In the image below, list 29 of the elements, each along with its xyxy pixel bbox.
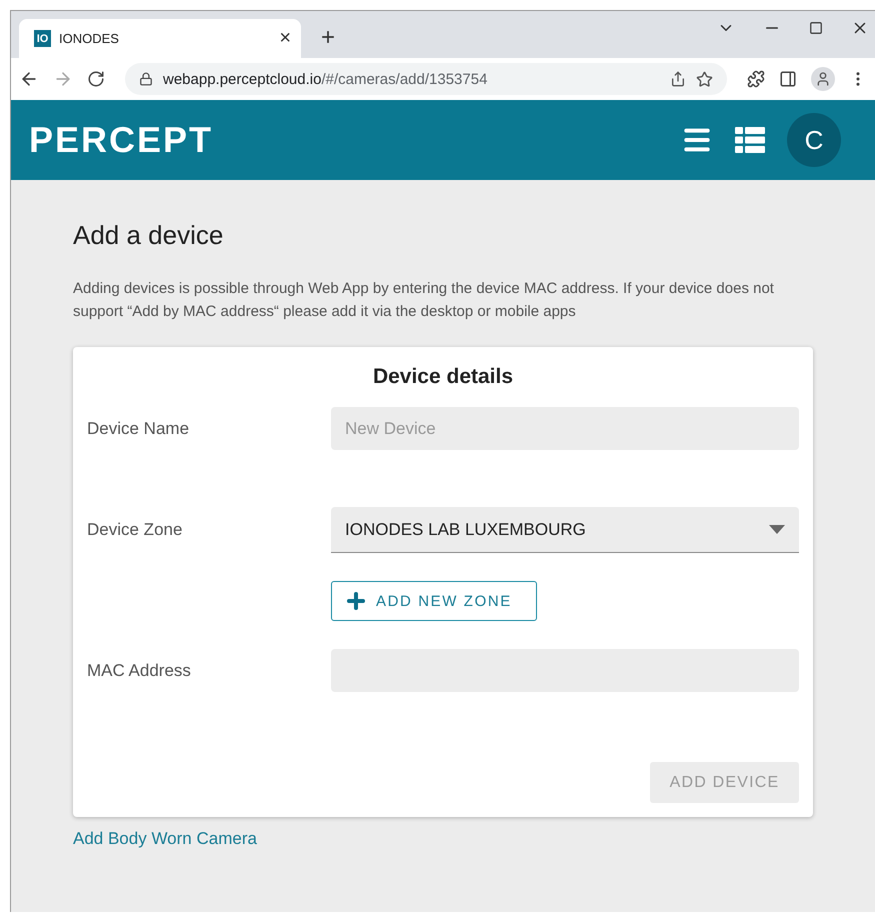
- plus-icon: [344, 589, 368, 613]
- close-tab-icon[interactable]: ×: [279, 27, 291, 50]
- lock-icon: [139, 72, 153, 86]
- zone-dropdown[interactable]: IONODES LAB LUXEMBOURG: [331, 507, 799, 553]
- side-panel-icon[interactable]: [779, 70, 797, 88]
- add-zone-button[interactable]: ADD NEW ZONE: [331, 581, 537, 621]
- card-title: Device details: [372, 365, 514, 389]
- description: Adding devices is possible through Web App by entering the device MAC address. If your device does not support “Add by MAC address“ please add it via the desktop or mobile apps: [73, 279, 775, 322]
- browser-tab[interactable]: IO IONODES ×: [19, 19, 301, 58]
- puzzle-icon[interactable]: [747, 70, 765, 88]
- reload-icon[interactable]: [87, 70, 105, 88]
- text-field[interactable]: New Device: [331, 407, 799, 450]
- user-avatar[interactable]: C: [787, 113, 841, 167]
- caret-icon: [769, 525, 785, 534]
- list-icon[interactable]: [735, 127, 765, 153]
- logo: PERCEPT: [29, 119, 214, 161]
- new-tab-icon[interactable]: +: [321, 24, 336, 52]
- star-icon[interactable]: [696, 70, 713, 88]
- favicon: IO: [34, 30, 51, 47]
- tab-title: IONODES: [59, 31, 120, 46]
- profile-icon[interactable]: [811, 67, 835, 91]
- field-label: MAC Address: [87, 660, 192, 680]
- address-bar[interactable]: webapp.perceptcloud.io/#/cameras/add/1353754: [125, 63, 727, 95]
- page-title: Add a device: [73, 220, 224, 251]
- body-camera-link[interactable]: Add Body Worn Camera: [73, 829, 257, 849]
- maximize-icon[interactable]: [809, 21, 823, 35]
- share-icon[interactable]: [670, 71, 686, 87]
- field-label: Device Zone: [87, 520, 184, 540]
- field-label: Device Name: [87, 418, 190, 438]
